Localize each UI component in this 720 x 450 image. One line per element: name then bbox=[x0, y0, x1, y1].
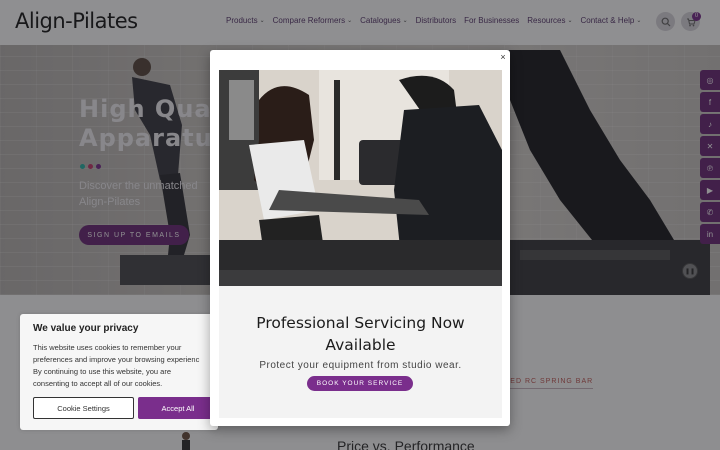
book-service-button[interactable]: BOOK YOUR SERVICE bbox=[307, 376, 413, 391]
cookie-title: We value your privacy bbox=[33, 323, 139, 334]
cookie-settings-button[interactable]: Cookie Settings bbox=[33, 397, 134, 419]
accept-all-button[interactable]: Accept All bbox=[138, 397, 218, 419]
close-icon[interactable]: × bbox=[498, 52, 508, 62]
modal-title: Professional Servicing Now Available bbox=[219, 312, 502, 356]
modal-title-line: Professional Servicing Now bbox=[256, 314, 465, 332]
cookie-banner: We value your privacy This website uses … bbox=[20, 314, 218, 430]
servicing-photo bbox=[219, 70, 502, 286]
cookie-text: This website uses cookies to remember yo… bbox=[33, 343, 200, 388]
modal-subtitle: Protect your equipment from studio wear. bbox=[259, 360, 462, 371]
modal-title-line: Available bbox=[325, 336, 396, 354]
